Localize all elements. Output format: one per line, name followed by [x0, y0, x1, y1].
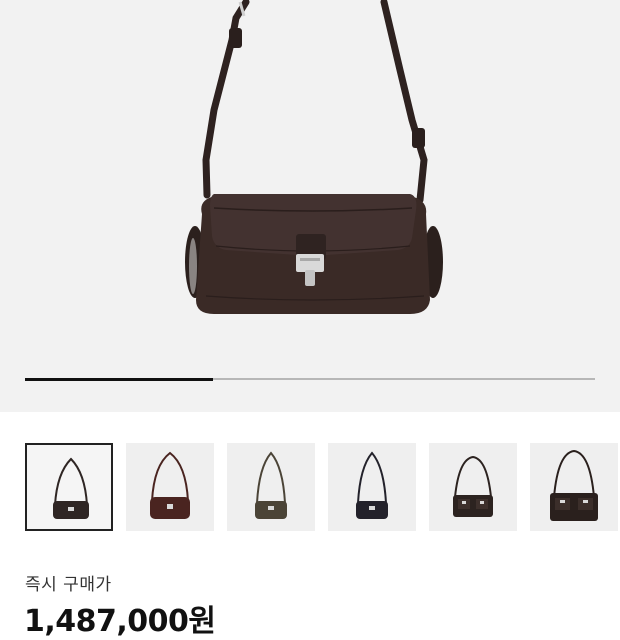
- thumbnail-2[interactable]: [126, 443, 214, 531]
- bag-olive-thumb: [255, 451, 287, 519]
- bag-burgundy-thumb: [150, 451, 190, 519]
- thumbnail-6[interactable]: [530, 443, 618, 531]
- strap-buckle-left: [229, 28, 242, 48]
- bag-two-pocket-dark-thumb: [453, 455, 493, 517]
- instant-buy-price-label: 즉시 구매가: [25, 575, 112, 595]
- thumbnail-4[interactable]: [328, 443, 416, 531]
- product-hero-image[interactable]: [0, 0, 620, 412]
- gallery-progress-bar: [25, 377, 595, 381]
- thumbnail-5[interactable]: [429, 443, 517, 531]
- bag-two-pocket-large-thumb: [550, 449, 598, 521]
- bag-clasp: [296, 254, 324, 272]
- instant-buy-price-value: 1,487,000원: [24, 604, 216, 639]
- thumbnail-1[interactable]: [25, 443, 113, 531]
- thumbnail-3[interactable]: [227, 443, 315, 531]
- strap-buckle-right: [412, 128, 425, 148]
- bag-navy-thumb: [356, 451, 388, 519]
- bag-espresso-thumb: [53, 457, 89, 519]
- gallery-progress-fill: [25, 377, 214, 381]
- thumbnail-strip: [0, 443, 620, 533]
- shoulder-bag-image: [185, 0, 443, 314]
